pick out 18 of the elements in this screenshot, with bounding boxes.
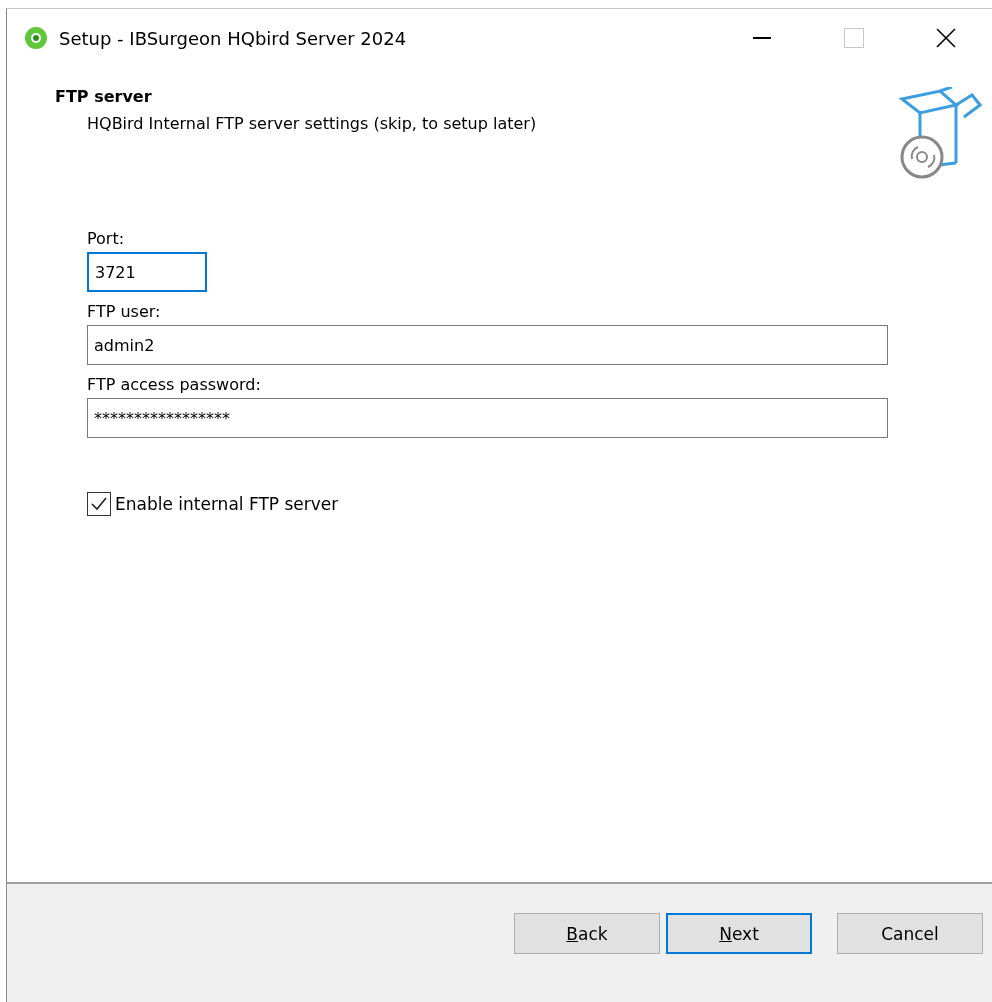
minimize-icon xyxy=(753,37,771,39)
input-field[interactable]: admin2 xyxy=(87,325,888,365)
dialog-button[interactable]: Back xyxy=(514,913,660,954)
field-label: FTP user: xyxy=(87,302,161,321)
field-label: Port: xyxy=(87,229,125,248)
checkbox-label: Enable internal FTP server xyxy=(115,494,339,514)
page-title: FTP server xyxy=(55,87,153,106)
input-field[interactable]: ***************** xyxy=(87,398,888,438)
default-button[interactable]: Next xyxy=(666,913,812,954)
app-icon xyxy=(23,25,49,51)
dialog-button[interactable]: Cancel xyxy=(837,913,983,954)
maximize-icon xyxy=(844,28,864,48)
close-icon xyxy=(936,28,956,48)
page-subtitle: HQBird Internal FTP server settings (skip, to setup later) xyxy=(87,114,538,133)
window-title: Setup - IBSurgeon HQbird Server 2024 xyxy=(59,27,408,49)
checkbox[interactable] xyxy=(87,492,111,516)
field-label: FTP access password: xyxy=(87,375,261,394)
input-field[interactable]: 3721 xyxy=(87,252,207,292)
